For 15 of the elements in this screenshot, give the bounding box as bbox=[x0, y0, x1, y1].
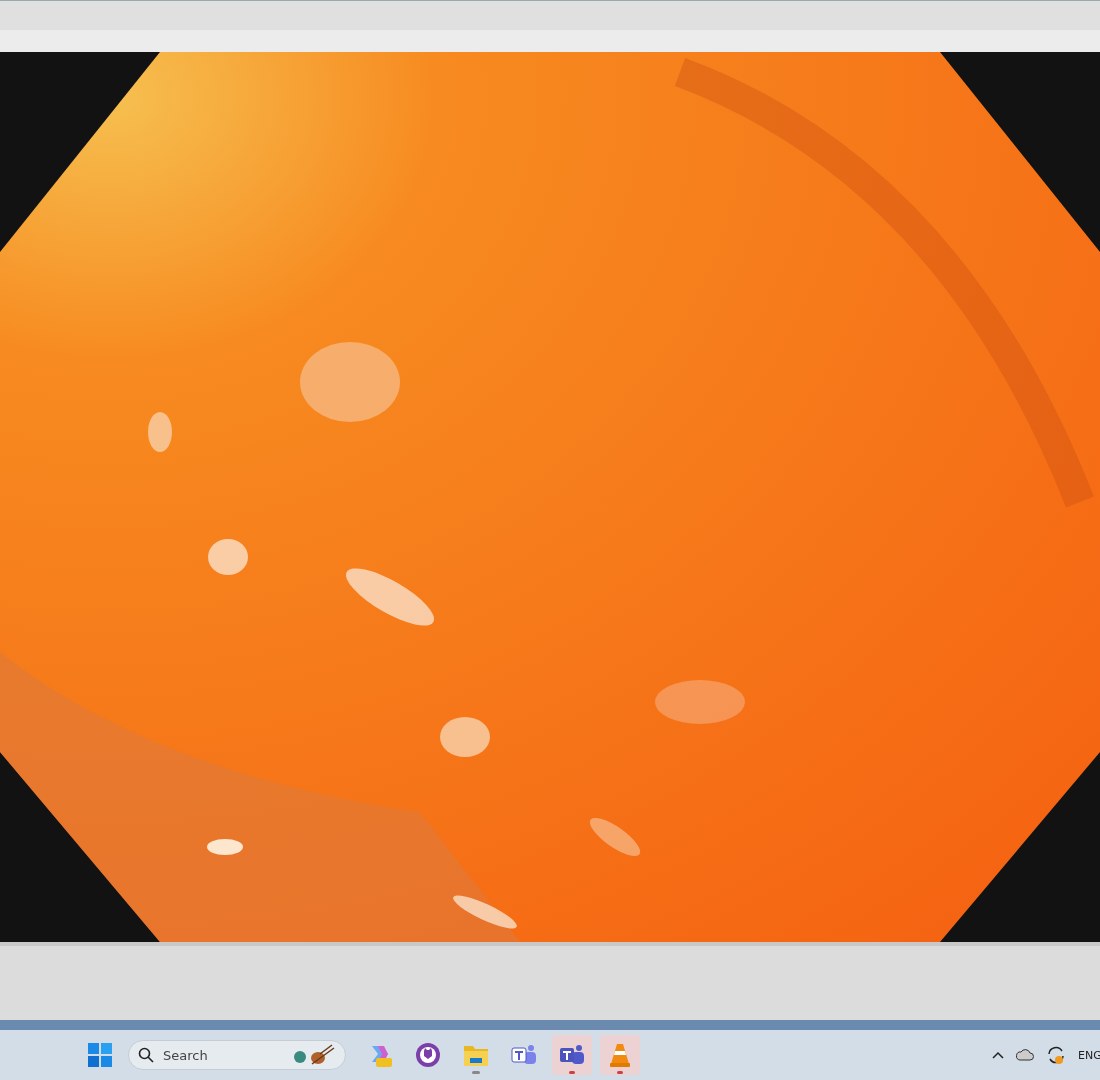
folder-icon bbox=[463, 1043, 489, 1067]
windows-logo-icon bbox=[88, 1043, 112, 1067]
chevron-up-icon[interactable] bbox=[992, 1051, 1004, 1059]
language-indicator[interactable]: ENG bbox=[1078, 1048, 1100, 1062]
cloud-icon[interactable] bbox=[1016, 1049, 1034, 1061]
violin-icon bbox=[292, 1044, 336, 1066]
taskbar-app-button[interactable] bbox=[552, 1035, 592, 1075]
people-app-icon bbox=[510, 1043, 538, 1067]
search-field[interactable]: Search bbox=[128, 1040, 346, 1070]
cat-circle-icon bbox=[415, 1042, 441, 1068]
traffic-cone-icon bbox=[608, 1042, 632, 1068]
people-app-icon bbox=[558, 1043, 586, 1067]
sync-icon[interactable] bbox=[1046, 1045, 1066, 1065]
taskbar-app-button[interactable] bbox=[600, 1035, 640, 1075]
search-icon bbox=[138, 1047, 154, 1063]
